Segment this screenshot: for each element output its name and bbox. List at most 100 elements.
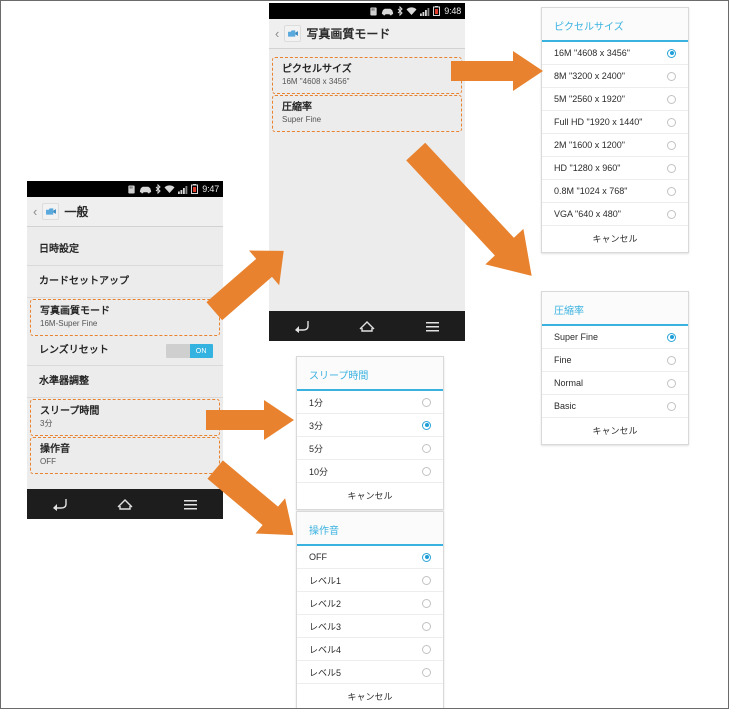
option-label: レベル4 <box>309 644 342 655</box>
radio-button[interactable] <box>422 644 431 654</box>
dialog-option-row[interactable]: OFF <box>297 546 443 569</box>
radio-button[interactable] <box>422 598 431 608</box>
dialog-option-row[interactable]: 5分 <box>297 437 443 460</box>
settings-row-datetime[interactable]: 日時設定 <box>27 234 223 266</box>
row-subtitle: 16M "4608 x 3456" <box>282 77 350 86</box>
radio-button[interactable] <box>422 420 431 430</box>
dialog-option-row[interactable]: Basic <box>542 395 688 418</box>
cancel-button[interactable]: キャンセル <box>542 418 688 444</box>
settings-row-photo-quality-mode[interactable]: 写真画質モード 16M-Super Fine <box>30 299 220 336</box>
option-label: Super Fine <box>554 332 599 342</box>
settings-row-card-setup[interactable]: カードセットアップ <box>27 266 223 298</box>
radio-button[interactable] <box>667 94 676 104</box>
menu-icon[interactable] <box>421 318 443 334</box>
radio-button[interactable] <box>667 140 676 150</box>
settings-row-lens-reset[interactable]: レンズリセット ON <box>27 337 223 366</box>
radio-button[interactable] <box>422 552 431 562</box>
row-subtitle: 3分 <box>40 419 53 428</box>
radio-button[interactable] <box>667 186 676 196</box>
radio-button[interactable] <box>422 466 431 476</box>
cancel-button[interactable]: キャンセル <box>297 684 443 708</box>
back-chevron-icon[interactable]: ‹ <box>33 205 37 218</box>
dialog-option-row[interactable]: HD "1280 x 960" <box>542 157 688 180</box>
page-title: 一般 <box>64 205 89 219</box>
radio-button[interactable] <box>667 355 676 365</box>
settings-row-sleep-time[interactable]: スリープ時間 3分 <box>30 399 220 436</box>
radio-button[interactable] <box>667 332 676 342</box>
dialog-option-row[interactable]: 8M "3200 x 2400" <box>542 65 688 88</box>
menu-icon[interactable] <box>179 496 201 512</box>
option-label: Basic <box>554 401 577 411</box>
cancel-button[interactable]: キャンセル <box>297 483 443 509</box>
dialog-option-row[interactable]: 10分 <box>297 460 443 483</box>
radio-button[interactable] <box>667 209 676 219</box>
settings-row-operation-sound[interactable]: 操作音 OFF <box>30 437 220 474</box>
back-chevron-icon[interactable]: ‹ <box>275 27 279 40</box>
settings-list: ピクセルサイズ 16M "4608 x 3456" 圧縮率 Super Fine <box>269 49 465 132</box>
radio-button[interactable] <box>667 117 676 127</box>
dialog-option-row[interactable]: Full HD "1920 x 1440" <box>542 111 688 134</box>
arrow-quality-to-compression <box>391 126 556 301</box>
dialog-option-row[interactable]: 1分 <box>297 391 443 414</box>
radio-button[interactable] <box>667 378 676 388</box>
option-label: 10分 <box>309 466 329 477</box>
option-label: Fine <box>554 355 572 365</box>
home-icon[interactable] <box>356 318 378 334</box>
option-label: 5M "2560 x 1920" <box>554 94 625 104</box>
dialog-title: 圧縮率 <box>542 292 688 326</box>
option-label: 2M "1600 x 1200" <box>554 140 625 150</box>
dialog-option-row[interactable]: レベル5 <box>297 661 443 684</box>
dialog-compression-rate: 圧縮率 Super Fine Fine Normal Basic キャンセル <box>541 291 689 445</box>
row-subtitle: OFF <box>40 457 56 466</box>
dialog-option-row[interactable]: 5M "2560 x 1920" <box>542 88 688 111</box>
dialog-pixel-size: ピクセルサイズ 16M "4608 x 3456" 8M "3200 x 240… <box>541 7 689 253</box>
option-label: VGA "640 x 480" <box>554 209 621 219</box>
back-icon[interactable] <box>49 496 71 512</box>
radio-button[interactable] <box>667 48 676 58</box>
status-bar-time: 9:47 <box>202 183 219 194</box>
row-title: 圧縮率 <box>282 102 312 113</box>
dialog-option-row[interactable]: 0.8M "1024 x 768" <box>542 180 688 203</box>
status-bar: 9:47 <box>27 181 223 197</box>
dialog-option-row[interactable]: レベル4 <box>297 638 443 661</box>
dialog-option-row[interactable]: Super Fine <box>542 326 688 349</box>
radio-button[interactable] <box>422 575 431 585</box>
option-label: 5分 <box>309 443 324 454</box>
row-title: 水準器調整 <box>39 375 89 387</box>
option-label: OFF <box>309 552 327 562</box>
dialog-option-row[interactable]: 3分 <box>297 414 443 437</box>
settings-row-pixel-size[interactable]: ピクセルサイズ 16M "4608 x 3456" <box>272 57 462 94</box>
lens-reset-toggle[interactable]: ON <box>166 344 213 358</box>
dialog-option-row[interactable]: レベル2 <box>297 592 443 615</box>
dialog-option-row[interactable]: レベル3 <box>297 615 443 638</box>
radio-button[interactable] <box>422 443 431 453</box>
dialog-option-row[interactable]: 16M "4608 x 3456" <box>542 42 688 65</box>
radio-button[interactable] <box>667 163 676 173</box>
dialog-option-row[interactable]: 2M "1600 x 1200" <box>542 134 688 157</box>
radio-button[interactable] <box>667 71 676 81</box>
row-subtitle: 16M-Super Fine <box>40 319 98 328</box>
radio-button[interactable] <box>667 401 676 411</box>
dialog-option-row[interactable]: VGA "640 x 480" <box>542 203 688 226</box>
radio-button[interactable] <box>422 667 431 677</box>
settings-row-level-adjust[interactable]: 水準器調整 <box>27 366 223 398</box>
cancel-button[interactable]: キャンセル <box>542 226 688 252</box>
dialog-option-row[interactable]: レベル1 <box>297 569 443 592</box>
status-bar-time: 9:48 <box>444 5 461 16</box>
radio-button[interactable] <box>422 397 431 407</box>
dialog-option-row[interactable]: Fine <box>542 349 688 372</box>
bluetooth-icon <box>397 6 403 16</box>
home-icon[interactable] <box>114 496 136 512</box>
car-icon <box>382 8 394 15</box>
arrow-general-to-sleep <box>206 398 298 442</box>
option-label: 16M "4608 x 3456" <box>554 48 630 58</box>
arrow-quality-to-pixelsize <box>451 49 546 93</box>
dialog-option-row[interactable]: Normal <box>542 372 688 395</box>
dialog-sleep-time: スリープ時間 1分 3分 5分 10分 キャンセル <box>296 356 444 510</box>
camera-app-icon <box>284 25 302 42</box>
option-label: Full HD "1920 x 1440" <box>554 117 643 127</box>
row-title: スリープ時間 <box>40 406 100 417</box>
bluetooth-icon <box>155 184 161 194</box>
row-title: ピクセルサイズ <box>282 64 352 75</box>
radio-button[interactable] <box>422 621 431 631</box>
